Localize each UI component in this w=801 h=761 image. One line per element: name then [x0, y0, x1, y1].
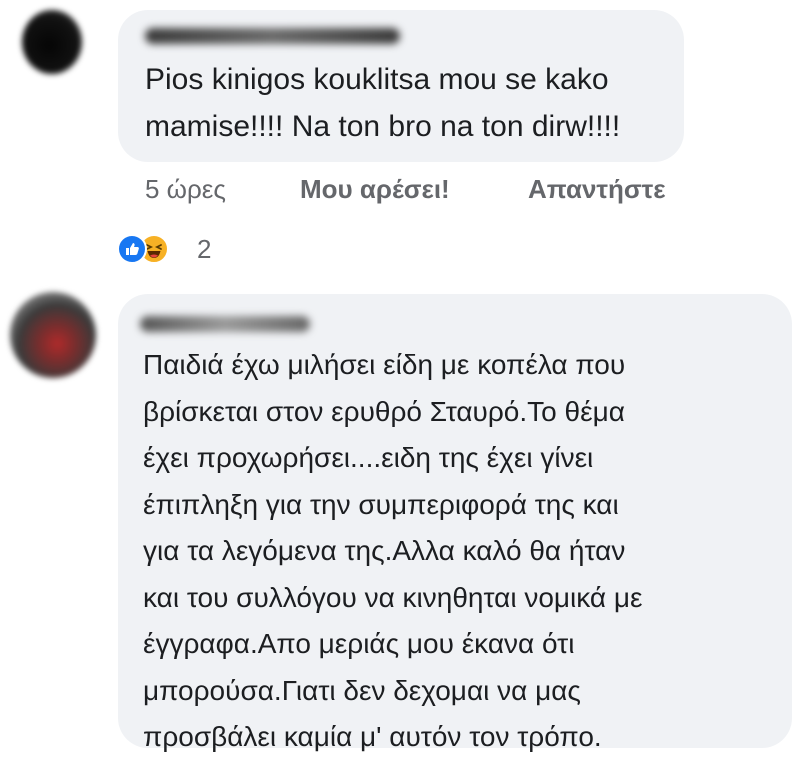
reaction-count: 2 [197, 234, 212, 264]
commenter-avatar[interactable] [22, 10, 82, 74]
comment-text: Παιδιά έχω μιλήσει είδη με κοπέλα που βρ… [143, 349, 643, 752]
reply-button[interactable]: Απαντήστε [528, 174, 666, 205]
comment-timestamp[interactable]: 5 ώρες [145, 174, 226, 205]
commenter-name-blurred[interactable] [145, 28, 400, 44]
like-button[interactable]: Μου αρέσει! [300, 174, 450, 205]
comment-text: Pios kinigos kouklitsa mou se kako mamis… [145, 63, 621, 143]
like-reaction-icon [117, 234, 147, 264]
commenter-avatar[interactable] [10, 292, 96, 378]
commenter-name-blurred[interactable] [140, 316, 310, 332]
